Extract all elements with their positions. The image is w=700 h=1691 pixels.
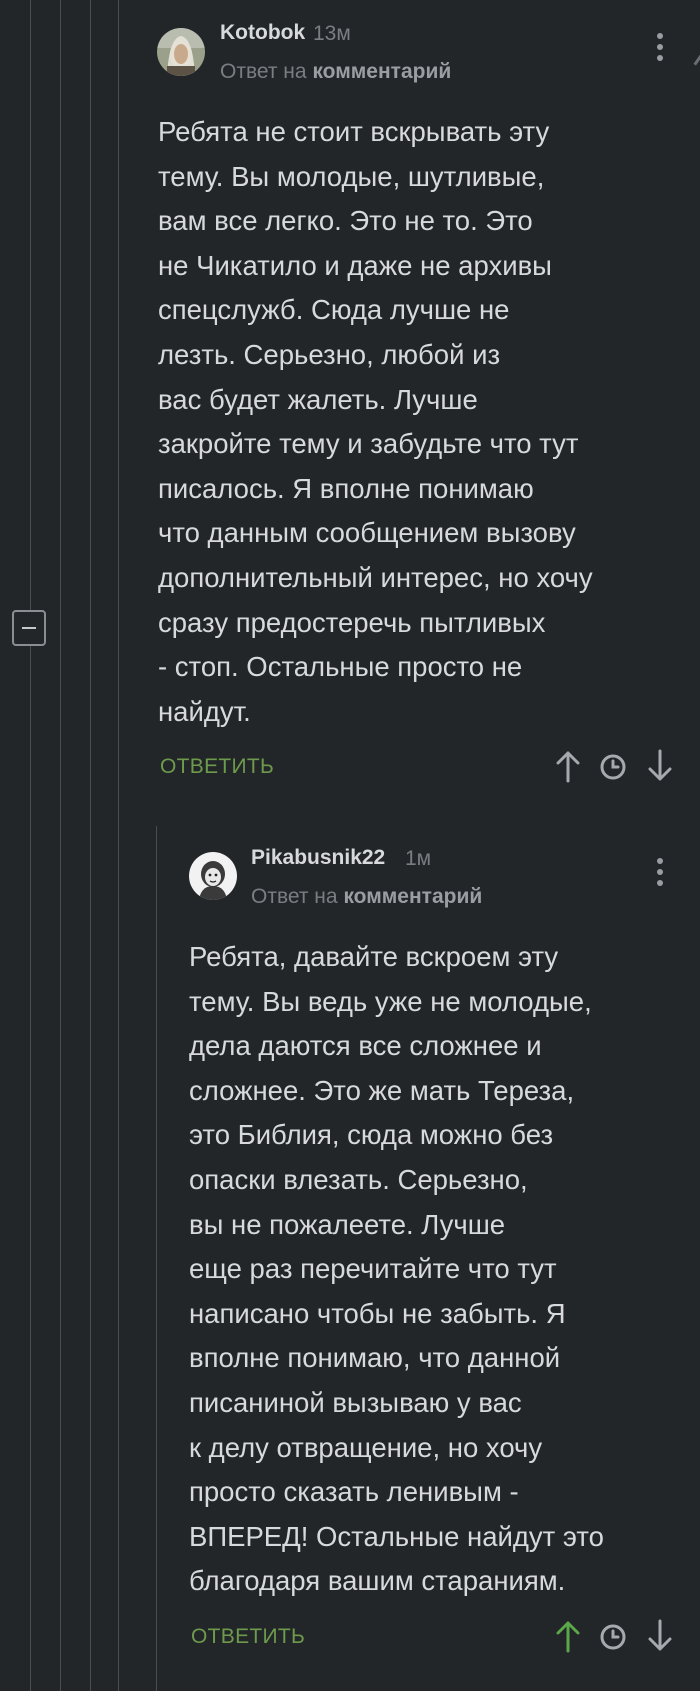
upvote-arrow-icon[interactable]: [553, 1619, 583, 1653]
comment-username[interactable]: Pikabusnik22: [251, 846, 385, 870]
comment-body: Ребята, давайте вскроем эту тему. Вы вед…: [189, 935, 604, 1604]
reply-to-link[interactable]: комментарий: [312, 60, 451, 83]
comment-line: не Чикатило и даже не архивы: [158, 249, 552, 281]
thread-line: [118, 0, 119, 1691]
comment-line: что данным сообщением вызову: [158, 517, 576, 549]
reply-to-note: Ответ на комментарий: [251, 885, 482, 909]
comment-line: ВПЕРЕД! Остальные найдут это: [189, 1520, 604, 1552]
more-options-icon[interactable]: [655, 33, 665, 67]
comment-line: тему. Вы молодые, шутливые,: [158, 160, 545, 192]
thread-line: [90, 0, 91, 1691]
comment-line: дела даются все сложнее и: [189, 1030, 542, 1062]
comment-line: Ребята, давайте вскроем эту: [189, 941, 559, 972]
reply-to-prefix: Ответ на: [220, 60, 307, 83]
reply-to-note: Ответ на комментарий: [220, 60, 451, 84]
reply-button[interactable]: ОТВЕТИТЬ: [191, 1625, 305, 1649]
upvote-arrow-icon[interactable]: [553, 749, 583, 783]
comment-username[interactable]: Kotobok: [220, 21, 305, 45]
comment-time: 1м: [405, 847, 432, 870]
comment-line: спецслужб. Сюда лучше не: [158, 294, 510, 326]
clock-icon[interactable]: [598, 749, 628, 783]
reply-to-link[interactable]: комментарий: [343, 885, 482, 908]
downvote-arrow-icon[interactable]: [645, 749, 675, 783]
comment-line: просто сказать ленивым -: [189, 1476, 519, 1508]
clock-icon[interactable]: [598, 1619, 628, 1653]
comment-line: тему. Вы ведь уже не молодые,: [189, 985, 592, 1017]
more-options-icon[interactable]: [655, 858, 665, 892]
comment-line: благодаря вашим стараниям.: [189, 1565, 566, 1597]
comment-time: 13м: [313, 22, 351, 45]
comment-line: закройте тему и забудьте что тут: [158, 428, 579, 460]
downvote-arrow-icon[interactable]: [645, 1619, 675, 1653]
thread-line: [60, 0, 61, 1691]
comment-line: вполне понимаю, что данной: [189, 1342, 561, 1374]
reply-button[interactable]: ОТВЕТИТЬ: [160, 755, 274, 779]
avatar[interactable]: [189, 852, 237, 900]
avatar[interactable]: [157, 28, 205, 76]
reply-to-prefix: Ответ на: [251, 885, 338, 908]
thread-line: [30, 0, 31, 1691]
comment-line: писаниной вызываю у вас: [189, 1386, 522, 1418]
scroll-edge-indicator: [685, 38, 700, 66]
comment-line: - стоп. Остальные просто не: [158, 651, 523, 683]
comment-line: к делу отвращение, но хочу: [189, 1431, 543, 1463]
comment-line: писалось. Я вполне понимаю: [158, 472, 534, 504]
comment-line: сложнее. Это же мать Тереза,: [189, 1074, 575, 1106]
comment-line: написано чтобы не забыть. Я: [189, 1297, 566, 1329]
comment-line: это Библия, сюда можно без: [189, 1119, 554, 1151]
comment-line: вам все легко. Это не то. Это: [158, 205, 533, 237]
thread-line: [156, 826, 157, 1691]
comment-line: лезть. Серьезно, любой из: [158, 338, 501, 370]
comment-line: Ребята не стоит вскрывать эту: [158, 116, 550, 147]
comment-line: опаски влезать. Серьезно,: [189, 1163, 528, 1195]
comment-line: дополнительный интерес, но хочу: [158, 561, 593, 593]
comment-line: еще раз перечитайте что тут: [189, 1253, 557, 1285]
comment-line: сразу предостеречь пытливых: [158, 606, 546, 638]
comment-line: вы не пожалеете. Лучше: [189, 1208, 506, 1240]
comment-line: найдут.: [158, 695, 251, 727]
comment-line: вас будет жалеть. Лучше: [158, 383, 478, 415]
collapse-thread-button[interactable]: [12, 610, 46, 646]
comment-body: Ребята не стоит вскрывать эту тему. Вы м…: [158, 110, 593, 734]
